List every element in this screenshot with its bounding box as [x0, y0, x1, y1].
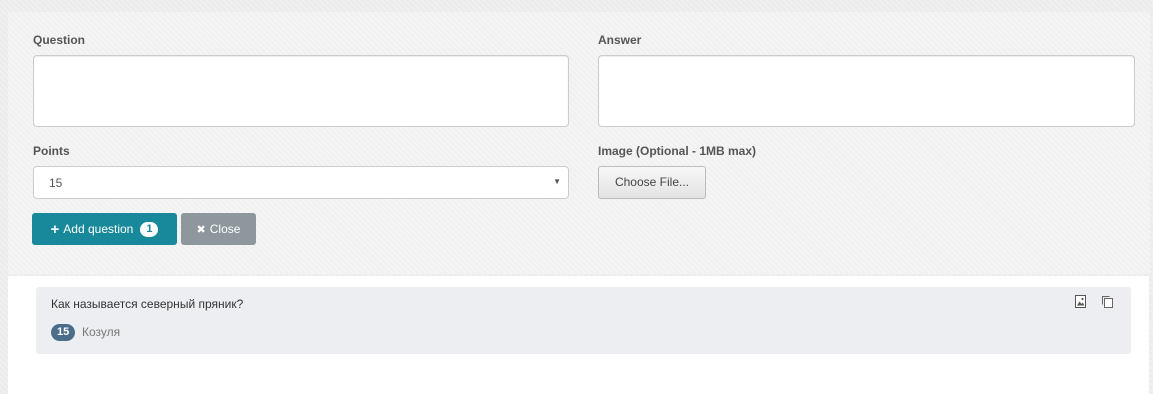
close-icon: ✖ [196, 223, 206, 236]
points-badge: 15 [51, 324, 76, 341]
points-label: Points [33, 144, 70, 158]
question-form-panel [8, 12, 1150, 274]
add-question-label: Add question [63, 222, 134, 236]
image-icon[interactable] [1074, 295, 1088, 309]
question-list-item: Как называется северный пряник? 15 Козул… [36, 287, 1131, 354]
plus-icon: + [50, 220, 60, 238]
answer-label: Answer [598, 33, 642, 47]
copy-icon[interactable] [1101, 295, 1115, 309]
chevron-down-icon: ▼ [553, 177, 561, 186]
question-label: Question [33, 33, 86, 47]
answer-input[interactable] [598, 55, 1135, 127]
points-select-value: 15 [49, 176, 63, 190]
answer-text: Козуля [82, 325, 121, 339]
question-text: Как называется северный пряник? [51, 297, 244, 311]
points-select[interactable]: 15 ▼ [33, 166, 569, 199]
question-count-badge: 1 [140, 221, 159, 237]
question-input[interactable] [33, 55, 569, 127]
choose-file-button[interactable]: Choose File... [598, 166, 706, 199]
image-label: Image (Optional - 1MB max) [598, 144, 757, 158]
close-button[interactable]: ✖ Close [181, 213, 256, 245]
add-question-button[interactable]: + Add question 1 [32, 213, 177, 245]
close-label: Close [209, 222, 241, 236]
